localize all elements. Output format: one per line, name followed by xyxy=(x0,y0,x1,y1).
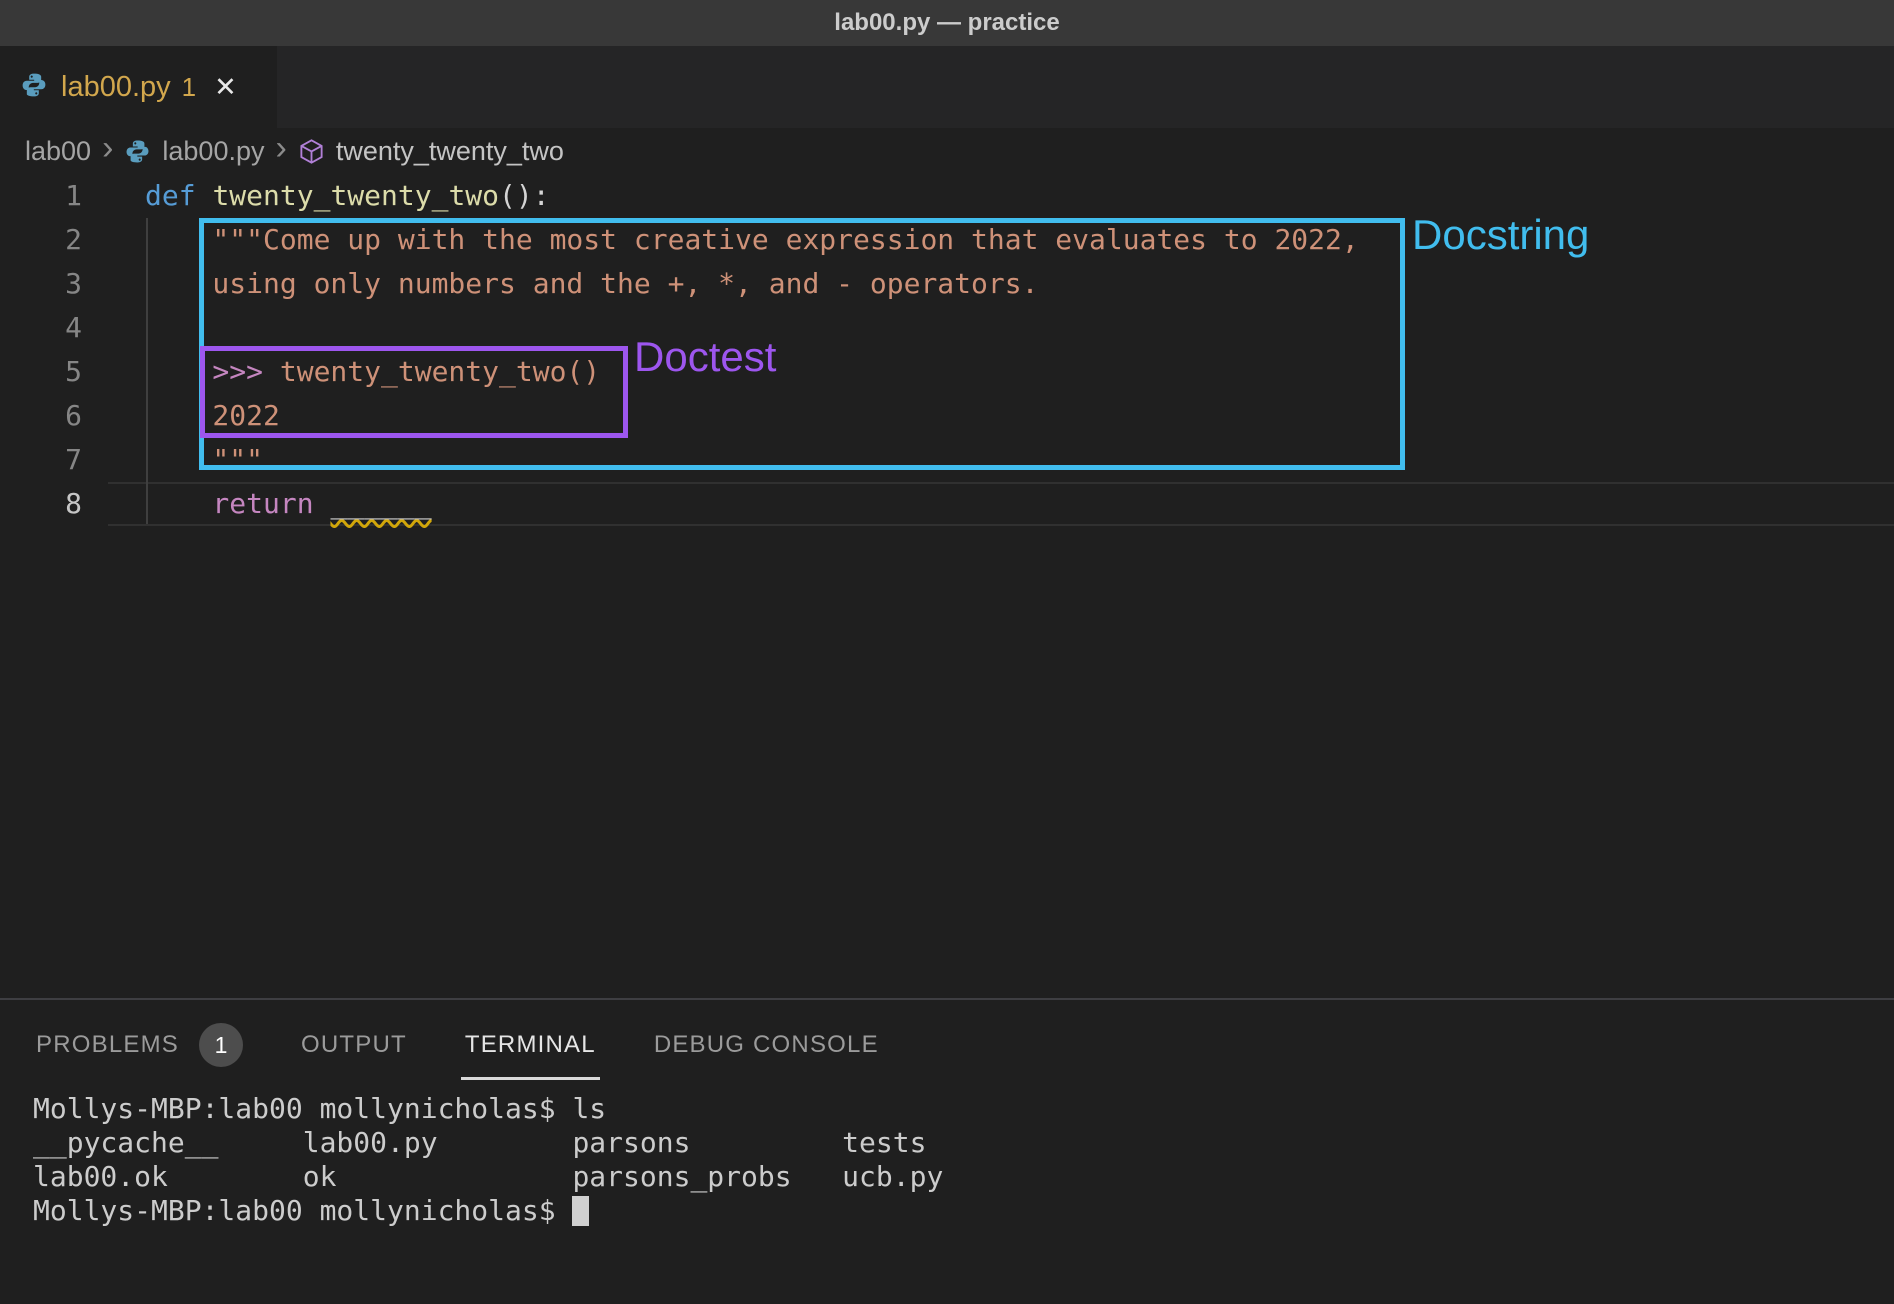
line-number: 2 xyxy=(0,218,82,262)
code-line-5: 5 >>> twenty_twenty_two() xyxy=(0,350,1894,394)
line-number: 7 xyxy=(0,438,82,482)
window-title: lab00.py — practice xyxy=(834,9,1059,37)
code-line-1: 1 def twenty_twenty_two(): xyxy=(0,174,1894,218)
terminal-line: lab00.ok ok parsons_probs ucb.py xyxy=(33,1160,943,1194)
blank-with-warning-squiggle: ______ xyxy=(330,487,431,520)
indent-guide xyxy=(146,218,148,524)
keyword-def: def xyxy=(145,179,212,212)
docstring-text: using only numbers and the +, *, and - o… xyxy=(145,267,1038,300)
tab-output[interactable]: OUTPUT xyxy=(301,1031,407,1059)
code-editor[interactable]: 1 def twenty_twenty_two(): 2 """Come up … xyxy=(0,174,1894,526)
punctuation: (): xyxy=(499,179,550,212)
tab-terminal[interactable]: TERMINAL xyxy=(465,1031,596,1059)
docstring-close-quotes: """ xyxy=(145,443,263,476)
vscode-window: lab00.py — practice lab00.py 1 ✕ lab00 ›… xyxy=(0,0,1894,1304)
python-icon xyxy=(20,71,48,104)
code-line-2: 2 """Come up with the most creative expr… xyxy=(0,218,1894,262)
tab-lab00-py[interactable]: lab00.py 1 ✕ xyxy=(0,46,277,128)
doctest-prompt: >>> xyxy=(145,355,280,388)
chevron-right-icon: › xyxy=(276,131,287,165)
breadcrumb: lab00 › lab00.py › twenty_twenty_two xyxy=(0,128,564,174)
breadcrumb-item-lab00[interactable]: lab00 xyxy=(25,136,91,167)
terminal-line: Mollys-MBP:lab00 mollynicholas$ ls xyxy=(33,1092,943,1126)
problems-count-badge: 1 xyxy=(199,1023,243,1067)
line-number: 1 xyxy=(0,174,82,218)
code-line-6: 6 2022 xyxy=(0,394,1894,438)
terminal[interactable]: Mollys-MBP:lab00 mollynicholas$ ls __pyc… xyxy=(33,1092,943,1228)
keyword-return: return xyxy=(145,487,330,520)
active-tab-underline xyxy=(461,1077,600,1080)
terminal-cursor xyxy=(572,1196,589,1226)
terminal-line: __pycache__ lab00.py parsons tests xyxy=(33,1126,943,1160)
docstring-text: """Come up with the most creative expres… xyxy=(145,223,1359,256)
chevron-right-icon: › xyxy=(102,131,113,165)
line-number: 6 xyxy=(0,394,82,438)
code-line-3: 3 using only numbers and the +, *, and -… xyxy=(0,262,1894,306)
tab-problem-count-badge: 1 xyxy=(182,72,196,103)
line-number: 4 xyxy=(0,306,82,350)
code-line-4: 4 xyxy=(0,306,1894,350)
code-line-7: 7 """ xyxy=(0,438,1894,482)
breadcrumb-item-lab00-py[interactable]: lab00.py xyxy=(162,136,264,167)
panel-tab-bar: PROBLEMS 1 OUTPUT TERMINAL DEBUG CONSOLE xyxy=(0,1000,879,1090)
window-title-bar: lab00.py — practice xyxy=(0,0,1894,46)
tab-problems[interactable]: PROBLEMS 1 xyxy=(36,1023,243,1067)
line-number: 5 xyxy=(0,350,82,394)
code-line-8: 8 return ______ xyxy=(0,482,1894,526)
python-icon xyxy=(124,138,151,165)
cube-symbol-icon xyxy=(298,138,325,165)
tab-label: lab00.py xyxy=(61,71,171,104)
tab-debug-console[interactable]: DEBUG CONSOLE xyxy=(654,1031,879,1059)
breadcrumb-item-symbol[interactable]: twenty_twenty_two xyxy=(336,136,564,167)
line-number: 8 xyxy=(0,482,82,526)
close-icon[interactable]: ✕ xyxy=(214,72,237,103)
editor-tab-strip: lab00.py 1 ✕ xyxy=(0,46,1894,128)
doctest-call: twenty_twenty_two() xyxy=(280,355,600,388)
function-name: twenty_twenty_two xyxy=(212,179,499,212)
terminal-line: Mollys-MBP:lab00 mollynicholas$ xyxy=(33,1194,943,1228)
doctest-expected-output: 2022 xyxy=(145,399,280,432)
line-number: 3 xyxy=(0,262,82,306)
